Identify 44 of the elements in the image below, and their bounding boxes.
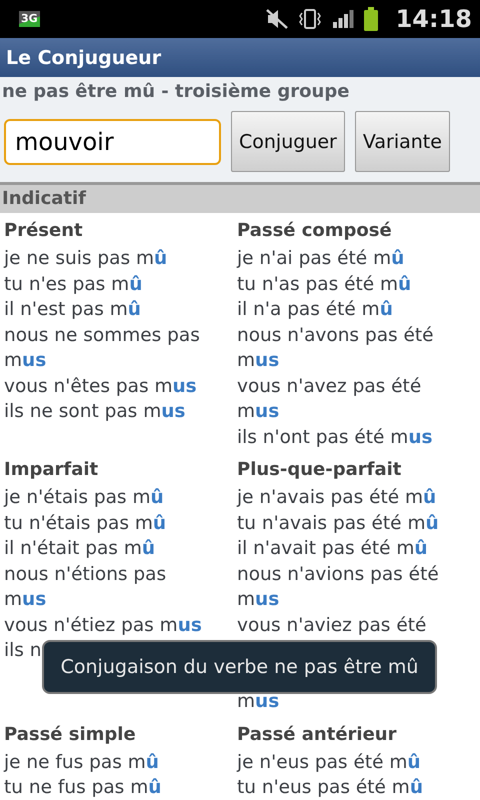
conjugated-form: tu n'étais pas mû bbox=[4, 512, 168, 536]
network-indicator: 3G bbox=[19, 11, 40, 27]
conjugated-form: ils n bbox=[4, 639, 43, 663]
conjugated-form: je n'ai pas été mû bbox=[237, 247, 406, 271]
mute-icon bbox=[266, 9, 288, 29]
app-title: Le Conjugueur bbox=[6, 46, 162, 68]
conjugated-form: tu ne fus pas mû bbox=[4, 776, 162, 800]
conjugated-form: tu n'eus pas été mû bbox=[237, 776, 424, 800]
conjugated-form: nous n'avions pas été mus bbox=[237, 562, 440, 612]
toast-message: Conjugaison du verbe ne pas être mû bbox=[42, 640, 437, 694]
conjugated-form: nous n'avons pas été mus bbox=[237, 324, 435, 373]
conjugated-form: je n'eus pas été mû bbox=[237, 750, 422, 774]
tense-heading: Imparfait bbox=[4, 458, 100, 482]
conjugated-form: il n'est pas mû bbox=[4, 298, 142, 322]
tense-heading: Passé composé bbox=[237, 219, 393, 243]
conjugated-form: vous n'êtes pas mus bbox=[4, 374, 198, 398]
signal-icon bbox=[332, 9, 354, 29]
conjugated-form: ils ne sont pas mus bbox=[4, 400, 186, 424]
verb-input[interactable]: mouvoir bbox=[4, 118, 221, 164]
conjugated-form: vous n'étiez pas mus bbox=[4, 614, 203, 638]
tense-heading: Présent bbox=[4, 219, 84, 243]
tense-heading: Passé antérieur bbox=[237, 722, 398, 746]
conjugated-form: je ne suis pas mû bbox=[4, 247, 168, 271]
conjugated-form: il n'était pas mû bbox=[4, 537, 156, 561]
vibrate-icon bbox=[298, 9, 322, 29]
clock: 14:18 bbox=[396, 5, 472, 33]
conjugated-form: vous n'aviez pas été bbox=[237, 614, 428, 638]
battery-icon bbox=[364, 7, 378, 31]
action-button[interactable]: Conjuguer bbox=[231, 111, 345, 172]
conjugated-form: tu n'es pas mû bbox=[4, 272, 144, 296]
conjugated-form: il n'a pas été mû bbox=[237, 298, 394, 322]
conjugated-form: tu n'as pas été mû bbox=[237, 272, 412, 296]
conjugated-form: il n'avait pas été mû bbox=[237, 537, 429, 561]
conjugated-form: je n'avais pas été mû bbox=[237, 486, 438, 510]
verb-subtitle: ne pas être mû - troisième groupe bbox=[0, 77, 480, 105]
conjugated-form: nous n'étions pas mus bbox=[4, 562, 168, 612]
tense-heading: Plus-que-parfait bbox=[237, 458, 402, 482]
action-button[interactable]: Variante bbox=[354, 111, 450, 172]
conjugated-form: je ne fus pas mû bbox=[4, 750, 160, 774]
conjugated-form: je n'étais pas mû bbox=[4, 486, 165, 510]
conjugated-form: tu n'avais pas été mû bbox=[237, 512, 440, 536]
section-header: Indicatif bbox=[0, 185, 480, 213]
tense-heading: Passé simple bbox=[4, 722, 137, 746]
conjugated-form: ils n'ont pas été mus bbox=[237, 426, 434, 450]
